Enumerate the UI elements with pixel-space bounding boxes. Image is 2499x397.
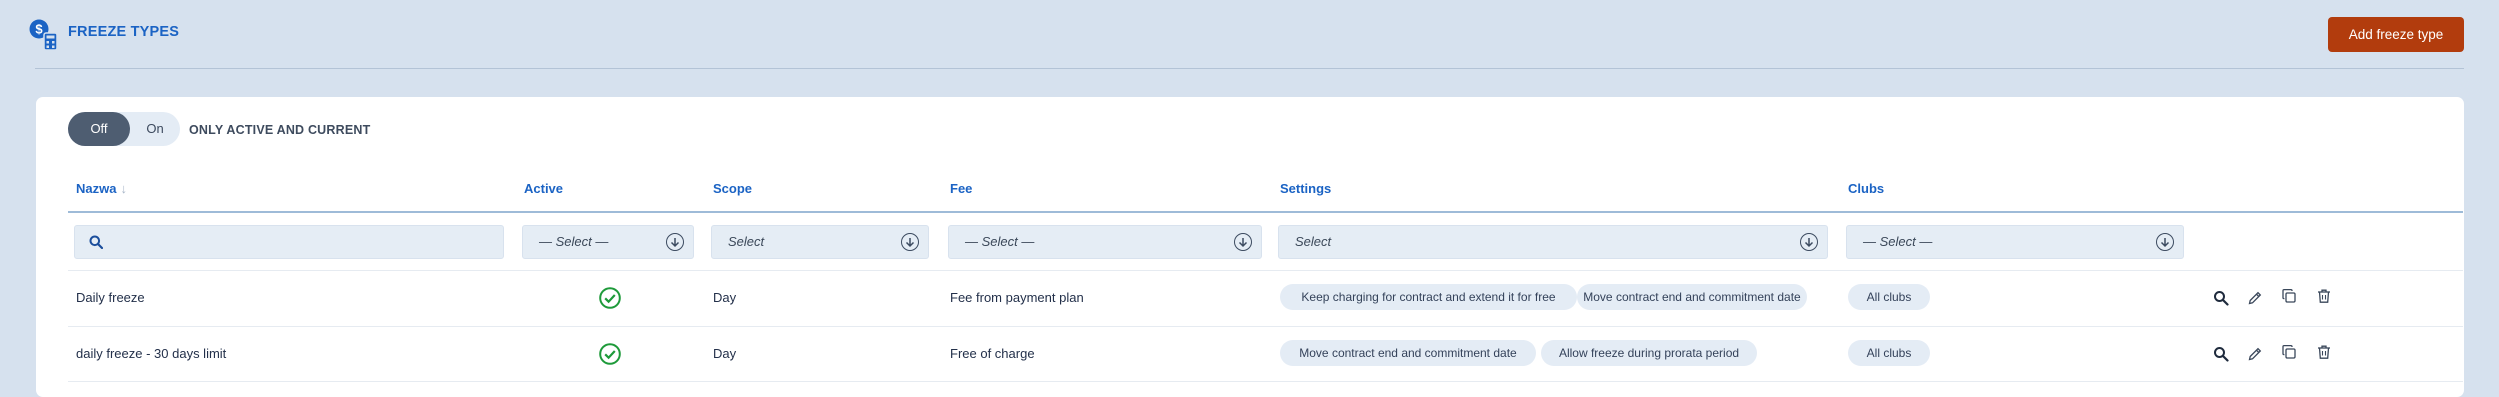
- column-header-fee[interactable]: Fee: [950, 181, 972, 196]
- row-fee: Fee from payment plan: [950, 290, 1084, 305]
- clubs-pill: All clubs: [1848, 340, 1930, 366]
- page-header: $ FREEZE TYPES Add freeze type: [0, 0, 2499, 70]
- clubs-filter-value: — Select —: [1863, 234, 1933, 249]
- scope-filter-value: Select: [728, 234, 765, 249]
- active-filter-select[interactable]: — Select —: [522, 225, 694, 259]
- copy-icon[interactable]: [2281, 288, 2297, 304]
- filter-divider-line: [68, 270, 2463, 271]
- row-name: daily freeze - 30 days limit: [76, 346, 227, 361]
- row-divider-line: [68, 326, 2463, 327]
- column-header-settings[interactable]: Settings: [1280, 181, 1331, 196]
- row-name: Daily freeze: [76, 290, 145, 305]
- freeze-types-card: Off On ONLY ACTIVE AND CURRENT Nazwa ↓ Ac…: [36, 97, 2464, 397]
- toggle-label: ONLY ACTIVE AND CURRENT: [189, 123, 371, 137]
- delete-icon[interactable]: [2316, 288, 2332, 304]
- column-header-scope[interactable]: Scope: [713, 181, 752, 196]
- column-header-nazwa[interactable]: Nazwa ↓: [76, 181, 127, 196]
- header-divider-line: [68, 211, 2463, 213]
- search-icon[interactable]: [2213, 346, 2229, 362]
- search-icon[interactable]: [2213, 290, 2229, 306]
- active-filter-value: — Select —: [539, 234, 609, 249]
- edit-icon[interactable]: [2247, 346, 2263, 362]
- clubs-pill: All clubs: [1848, 284, 1930, 310]
- search-icon: [89, 235, 103, 249]
- arrow-down-circle-icon: [901, 233, 919, 251]
- svg-text:$: $: [35, 22, 43, 37]
- settings-filter-select[interactable]: Select: [1278, 225, 1828, 259]
- arrow-down-circle-icon: [1800, 233, 1818, 251]
- page-title: FREEZE TYPES: [68, 24, 180, 40]
- settings-pill: Move contract end and commitment date: [1280, 340, 1536, 366]
- row-divider-line: [68, 381, 2463, 382]
- fee-filter-value: — Select —: [965, 234, 1035, 249]
- active-current-toggle[interactable]: Off On: [68, 112, 180, 146]
- copy-icon[interactable]: [2281, 344, 2297, 360]
- arrow-down-circle-icon: [1234, 233, 1252, 251]
- settings-pill: Move contract end and commitment date: [1577, 284, 1807, 310]
- settings-pill: Allow freeze during prorata period: [1541, 340, 1757, 366]
- check-circle-icon: [599, 287, 621, 309]
- fee-filter-select[interactable]: — Select —: [948, 225, 1262, 259]
- settings-pill: Keep charging for contract and extend it…: [1280, 284, 1577, 310]
- clubs-filter-select[interactable]: — Select —: [1846, 225, 2184, 259]
- row-scope: Day: [713, 346, 737, 361]
- settings-filter-value: Select: [1295, 234, 1332, 249]
- money-calculator-icon: $: [29, 19, 58, 51]
- add-freeze-type-button[interactable]: Add freeze type: [2328, 17, 2464, 52]
- column-header-active[interactable]: Active: [524, 181, 563, 196]
- delete-icon[interactable]: [2316, 344, 2332, 360]
- row-fee: Free of charge: [950, 346, 1035, 361]
- column-header-clubs[interactable]: Clubs: [1848, 181, 1884, 196]
- header-divider: [35, 68, 2464, 69]
- toggle-off-option[interactable]: Off: [68, 112, 130, 146]
- edit-icon[interactable]: [2247, 290, 2263, 306]
- toggle-on-option[interactable]: On: [130, 112, 180, 146]
- row-scope: Day: [713, 290, 737, 305]
- name-search-input[interactable]: [74, 225, 504, 259]
- arrow-down-circle-icon: [666, 233, 684, 251]
- scope-filter-select[interactable]: Select: [711, 225, 929, 259]
- sort-arrow-icon[interactable]: ↓: [120, 181, 127, 196]
- check-circle-icon: [599, 343, 621, 365]
- arrow-down-circle-icon: [2156, 233, 2174, 251]
- column-label: Nazwa: [76, 181, 117, 196]
